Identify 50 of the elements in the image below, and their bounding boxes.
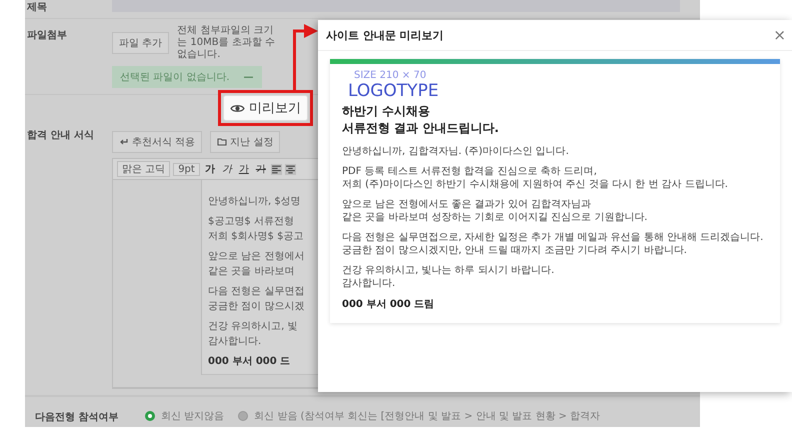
template-button[interactable]: 추천서식 적용 [112, 131, 202, 153]
notice-heading: 하반기 수시채용 서류전형 결과 안내드립니다. [342, 103, 500, 137]
field-label: 파일첨부 [26, 29, 68, 43]
close-button[interactable]: × [771, 26, 788, 44]
logo-size-text: SIZE 210 × 70 [353, 70, 428, 81]
field-label: 제목 [26, 1, 48, 14]
notice-text: 같은 곳을 바라보며 성장하는 기회로 이어지길 진심으로 기원합니다. [342, 211, 648, 224]
format-button[interactable]: 가 [236, 162, 251, 176]
format-button[interactable]: 가 [254, 162, 268, 176]
notice-text: 다음 전형은 실무면접으로, 자세한 일정은 추가 개별 메일과 유선을 통해 안내해 드리겠습니다. [342, 231, 764, 244]
notice-text: 저희 (주)마이다스인 하반기 수시채용에 지원하여 주신 것을 다시 한 번 감사 드립니다. [342, 178, 729, 191]
radio-option[interactable]: 회신 받음 (참석여부 회신는 [전형안내 및 발표 > 안내 및 발표 현황 > 합격자 [238, 408, 600, 422]
notice-text: PDF 등록 테스트 서류전형 합격을 진심으로 축하 드리며, [342, 165, 598, 178]
notice-text: 안녕하십니까, 김합격자님. (주)마이다스인 입니다. [342, 145, 570, 158]
size-select[interactable]: 9pt [173, 162, 200, 176]
editor-signature: 000 부서 000 드 [208, 355, 290, 368]
format-button[interactable]: 가 [202, 162, 217, 176]
editor-text: 궁금한 점이 많으시겠 [208, 300, 304, 314]
editor-text: 저희 $회사명$ $공고 [208, 230, 304, 244]
align-left-icon[interactable] [270, 164, 282, 174]
no-file-message: 선택된 파일이 없습니다. [120, 71, 230, 84]
editor-text: 감사합니다. [208, 335, 262, 349]
notice-text: 감사합니다. [342, 277, 396, 290]
editor-text: 같은 곳을 바라보며 [208, 265, 294, 279]
field-label: 다음전형 참석여부 [35, 411, 120, 424]
editor-text: 건강 유의하시고, 빛 [208, 320, 298, 334]
logo-text: LOGOTYPE [347, 81, 440, 101]
notice-signature: 000 부서 000 드림 [342, 298, 436, 311]
format-button[interactable]: 가 [220, 162, 234, 176]
font-select[interactable]: 맑은 고딕 [117, 161, 170, 177]
editor-text: 안녕하십니까, $성명 [208, 195, 301, 209]
notice-text: 앞으로 남은 전형에서도 좋은 결과가 있어 김합격자님과 [342, 198, 592, 211]
editor-text: 앞으로 남은 전형에서 [208, 250, 304, 264]
radio-option[interactable]: 회신 받지않음 [145, 408, 224, 422]
editor-text: $공고명$ 서류전형 [208, 215, 294, 229]
align-center-icon[interactable] [284, 164, 296, 174]
file-size-note: 전체 첨부파일의 크기는 10MB를 초과할 수 없습니다. [177, 25, 276, 61]
notice-text: 건강 유의하시고, 빛나는 하루 되시기 바랍니다. [342, 264, 556, 277]
dialog-title: 사이트 안내문 미리보기 [326, 28, 444, 42]
add-file-button[interactable]: 파일 추가 [112, 32, 170, 54]
notice-text: 궁금한 점이 많으시겠지만, 안내 드릴 때까지 조금만 기다려 주시기 바랍니다. [342, 244, 688, 257]
field-label: 합격 안내 서식 [26, 129, 95, 143]
folder-icon [217, 137, 228, 147]
radio-icon[interactable] [238, 410, 248, 420]
eye-icon [230, 102, 245, 114]
editor-text: 다음 전형은 실무면접 [208, 285, 304, 299]
return-icon [119, 137, 129, 147]
preview-button[interactable]: 미리보기 [223, 95, 308, 121]
template-button[interactable]: 지난 설정 [210, 131, 280, 153]
radio-icon[interactable] [145, 410, 155, 420]
